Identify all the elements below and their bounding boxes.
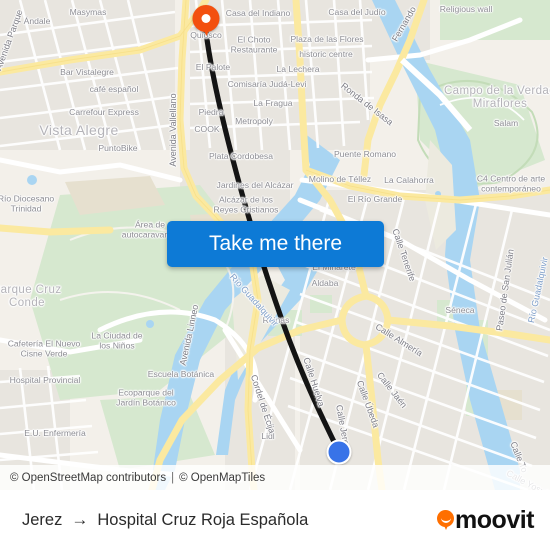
arrow-icon: → [71, 510, 89, 529]
moovit-logo[interactable]: moovit [437, 506, 534, 535]
osm-attribution-link[interactable]: © OpenStreetMap contributors [10, 472, 166, 484]
origin-pin[interactable] [192, 5, 220, 36]
route-summary: Jerez → Hospital Cruz Roja Española [22, 510, 308, 530]
moovit-route-card: Masymas Ándale Casa del Indiano Casa del Ju… [0, 0, 550, 550]
route-footer: Jerez → Hospital Cruz Roja Española moov… [0, 490, 550, 550]
map-attribution: © OpenStreetMap contributors | © OpenMap… [0, 465, 550, 490]
route-origin: Jerez [22, 510, 63, 529]
openmaptiles-attribution-link[interactable]: © OpenMapTiles [179, 472, 265, 484]
attribution-separator: | [171, 471, 175, 484]
map-canvas[interactable]: Masymas Ándale Casa del Indiano Casa del Ju… [0, 0, 550, 490]
moovit-wordmark: moovit [455, 505, 534, 534]
origin-pin-tail [200, 23, 212, 36]
route-destination: Hospital Cruz Roja Española [97, 510, 309, 529]
moovit-pin-icon [437, 509, 455, 531]
take-me-there-label: Take me there [208, 232, 343, 255]
take-me-there-button[interactable]: Take me there [167, 221, 384, 267]
destination-dot[interactable] [326, 439, 352, 465]
